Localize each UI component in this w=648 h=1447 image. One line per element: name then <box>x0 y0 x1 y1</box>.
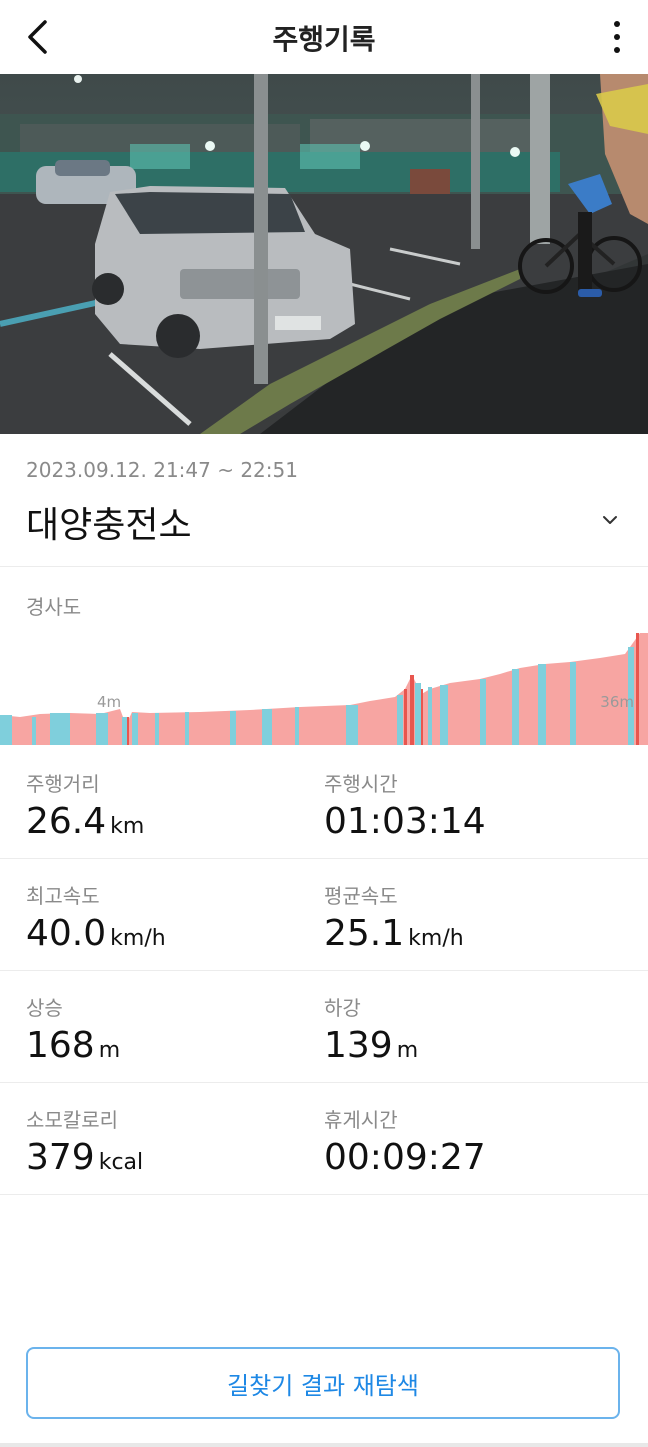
ride-datetime: 2023.09.12. 21:47 ~ 22:51 <box>26 458 298 482</box>
stat-label: 주행시간 <box>324 772 398 796</box>
stat-label: 소모칼로리 <box>26 1108 118 1132</box>
reroute-search-button[interactable]: 길찾기 결과 재탐색 <box>26 1347 620 1419</box>
stat-unit: km/h <box>110 926 166 951</box>
stat-descent: 하강 139 m <box>324 992 418 1066</box>
stat-label: 휴게시간 <box>324 1108 398 1132</box>
stat-unit: m <box>396 1038 419 1063</box>
stat-value: 01:03:14 <box>324 801 486 842</box>
stat-value: 00:09:27 <box>324 1137 486 1178</box>
stat-max-speed: 최고속도 40.0 km/h <box>26 880 166 954</box>
slope-max-label: 36m <box>600 693 634 711</box>
stat-label: 하강 <box>324 996 361 1020</box>
stat-calories: 소모칼로리 379 kcal <box>26 1104 143 1178</box>
stat-avg-speed: 평균속도 25.1 km/h <box>324 880 464 954</box>
stat-value: 25.1 <box>324 913 405 954</box>
slope-min-label: 4m <box>97 693 122 711</box>
stats-row-3: 상승 168 m 하강 139 m <box>0 970 648 1083</box>
slope-chart <box>0 633 648 745</box>
ride-photo <box>0 74 648 434</box>
stat-value: 40.0 <box>26 913 107 954</box>
stat-value: 168 <box>26 1025 95 1066</box>
stat-label: 최고속도 <box>26 884 100 908</box>
slope-chart-section: 경사도 4m 36m <box>0 567 648 745</box>
slope-title: 경사도 <box>26 595 82 619</box>
stat-value: 379 <box>26 1137 95 1178</box>
stat-unit: km/h <box>408 926 464 951</box>
expand-route-button[interactable] <box>598 508 622 532</box>
chevron-down-icon <box>603 516 617 524</box>
stat-label: 평균속도 <box>324 884 398 908</box>
stat-duration: 주행시간 01:03:14 <box>324 768 486 842</box>
stat-unit: km <box>110 814 145 839</box>
stats-row-2: 최고속도 40.0 km/h 평균속도 25.1 km/h <box>0 858 648 971</box>
stat-unit: kcal <box>98 1150 144 1175</box>
more-options-button[interactable] <box>604 16 630 58</box>
ride-place-name: 대양충전소 <box>26 505 192 546</box>
app-header: 주행기록 <box>0 0 648 74</box>
stat-label: 상승 <box>26 996 63 1020</box>
stat-value: 139 <box>324 1025 393 1066</box>
page-title: 주행기록 <box>272 23 376 56</box>
stat-unit: m <box>98 1038 121 1063</box>
more-vertical-icon <box>614 21 620 27</box>
stat-ascent: 상승 168 m <box>26 992 120 1066</box>
stats-row-1: 주행거리 26.4 km 주행시간 01:03:14 <box>0 746 648 859</box>
stat-rest-time: 휴게시간 00:09:27 <box>324 1104 486 1178</box>
stat-label: 주행거리 <box>26 772 100 796</box>
stat-value: 26.4 <box>26 801 107 842</box>
stat-distance: 주행거리 26.4 km <box>26 768 144 842</box>
bottom-divider <box>0 1443 648 1447</box>
ride-info-section: 2023.09.12. 21:47 ~ 22:51 대양충전소 <box>0 434 648 567</box>
stats-row-4: 소모칼로리 379 kcal 휴게시간 00:09:27 <box>0 1082 648 1195</box>
